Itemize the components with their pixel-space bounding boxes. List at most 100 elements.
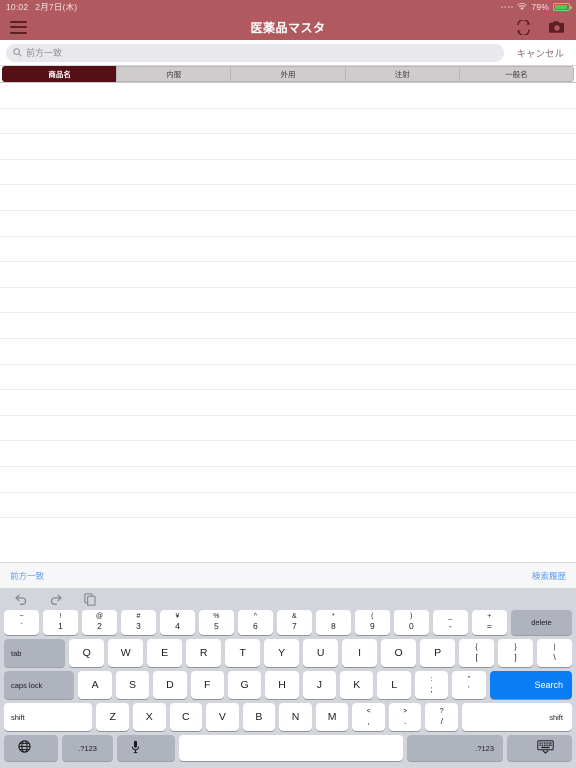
key-delete[interactable]: delete (510, 610, 573, 635)
list-item[interactable] (0, 416, 576, 442)
key-numbers-right[interactable]: .?123 (406, 735, 504, 761)
list-item[interactable] (0, 211, 576, 237)
key-bracket-0[interactable]: {[ (459, 639, 495, 667)
key-6[interactable]: ^ 6 (237, 610, 273, 635)
key-bracket-2[interactable]: | \ (537, 639, 573, 667)
list-item[interactable] (0, 467, 576, 493)
key-d[interactable]: D (153, 671, 187, 699)
key-n[interactable]: N (279, 703, 312, 731)
key-t[interactable]: T (225, 639, 261, 667)
key-f[interactable]: F (190, 671, 224, 699)
key-q[interactable]: Q (69, 639, 105, 667)
list-item[interactable] (0, 313, 576, 339)
key-b[interactable]: B (242, 703, 276, 731)
segment-tab-2[interactable]: 外用 (230, 66, 345, 82)
key-m[interactable]: M (315, 703, 349, 731)
list-item[interactable] (0, 493, 576, 519)
cancel-button[interactable]: キャンセル (510, 46, 570, 60)
key-3[interactable]: #3 (120, 610, 156, 635)
segment-tab-0[interactable]: 商品名 (2, 66, 117, 82)
key-shift-left[interactable]: shift (4, 703, 93, 731)
list-item[interactable] (0, 160, 576, 186)
key-search-return[interactable]: Search (489, 671, 572, 699)
list-item[interactable] (0, 134, 576, 160)
key-punct-z-2[interactable]: ? / (425, 703, 459, 731)
key-0[interactable]: ) 0 (393, 610, 429, 635)
key-l[interactable]: L (377, 671, 411, 699)
key-z[interactable]: Z (96, 703, 129, 731)
key-punct-0[interactable]: :; (414, 671, 449, 699)
key-o[interactable]: O (381, 639, 417, 667)
key-upper-label: * (332, 613, 335, 621)
list-item[interactable] (0, 83, 576, 109)
key-tab[interactable]: tab (4, 639, 66, 667)
sync-refresh-icon[interactable] (515, 18, 532, 36)
key-s[interactable]: S (115, 671, 150, 699)
key-7[interactable]: & 7 (276, 610, 312, 635)
list-item[interactable] (0, 365, 576, 391)
key--[interactable]: _ - (432, 610, 468, 635)
list-item[interactable] (0, 339, 576, 365)
search-input[interactable]: 前方一致 (6, 43, 505, 62)
hamburger-menu-icon[interactable] (10, 20, 27, 34)
key-1[interactable]: ! 1 (42, 610, 78, 635)
key-label: M (327, 711, 337, 723)
search-icon (13, 44, 22, 62)
list-item[interactable] (0, 262, 576, 288)
key-`[interactable]: ~ ` (4, 610, 39, 635)
undo-icon[interactable] (14, 593, 28, 605)
list-item[interactable] (0, 288, 576, 314)
list-item[interactable] (0, 390, 576, 416)
list-item[interactable] (0, 237, 576, 263)
key-a[interactable]: A (78, 671, 112, 699)
key-bracket-1[interactable]: }] (498, 639, 534, 667)
search-history-button[interactable]: 検索履歴 (532, 570, 566, 582)
key-5[interactable]: % 5 (198, 610, 234, 635)
results-list[interactable] (0, 82, 576, 562)
key-dismiss-keyboard[interactable] (507, 735, 572, 761)
key-=[interactable]: + = (471, 610, 507, 635)
key-punct-z-0[interactable]: <, (352, 703, 385, 731)
key-4[interactable]: ¥4 (159, 610, 195, 635)
key-u[interactable]: U (303, 639, 339, 667)
key-numbers-left[interactable]: .?123 (62, 735, 113, 761)
key-microphone[interactable] (116, 735, 175, 761)
segment-tab-1[interactable]: 内服 (116, 66, 231, 82)
key-9[interactable]: (9 (354, 610, 390, 635)
key-punct-1[interactable]: ”’ (452, 671, 486, 699)
key-upper-label: < (366, 707, 371, 715)
key-h[interactable]: H (265, 671, 299, 699)
key-globe[interactable] (4, 735, 59, 761)
key-label: H (278, 679, 286, 691)
key-space[interactable] (178, 735, 403, 761)
key-j[interactable]: J (302, 671, 337, 699)
key-k[interactable]: K (340, 671, 374, 699)
key-v[interactable]: V (206, 703, 239, 731)
key-e[interactable]: E (147, 639, 183, 667)
key-shift-right[interactable]: shift (462, 703, 572, 731)
key-caps-lock[interactable]: caps lock (4, 671, 75, 699)
match-mode-button[interactable]: 前方一致 (10, 570, 44, 582)
key-g[interactable]: G (227, 671, 262, 699)
list-item[interactable] (0, 441, 576, 467)
segment-tab-4[interactable]: 一般名 (458, 66, 575, 82)
key-r[interactable]: R (186, 639, 222, 667)
key-i[interactable]: I (342, 639, 378, 667)
key-upper-label: % (213, 613, 220, 621)
key-w[interactable]: W (108, 639, 144, 667)
key-x[interactable]: X (132, 703, 166, 731)
paste-icon[interactable] (84, 592, 96, 606)
camera-icon[interactable] (548, 20, 566, 34)
key-label: U (316, 647, 325, 659)
redo-icon[interactable] (49, 593, 63, 605)
key-label: Y (278, 647, 286, 659)
key-punct-z-1[interactable]: >. (388, 703, 422, 731)
key-c[interactable]: C (169, 703, 203, 731)
key-2[interactable]: @2 (81, 610, 117, 635)
list-item[interactable] (0, 185, 576, 211)
key-8[interactable]: * 8 (315, 610, 351, 635)
list-item[interactable] (0, 109, 576, 135)
key-y[interactable]: Y (264, 639, 300, 667)
segment-tab-3[interactable]: 注射 (344, 66, 459, 82)
key-p[interactable]: P (420, 639, 456, 667)
